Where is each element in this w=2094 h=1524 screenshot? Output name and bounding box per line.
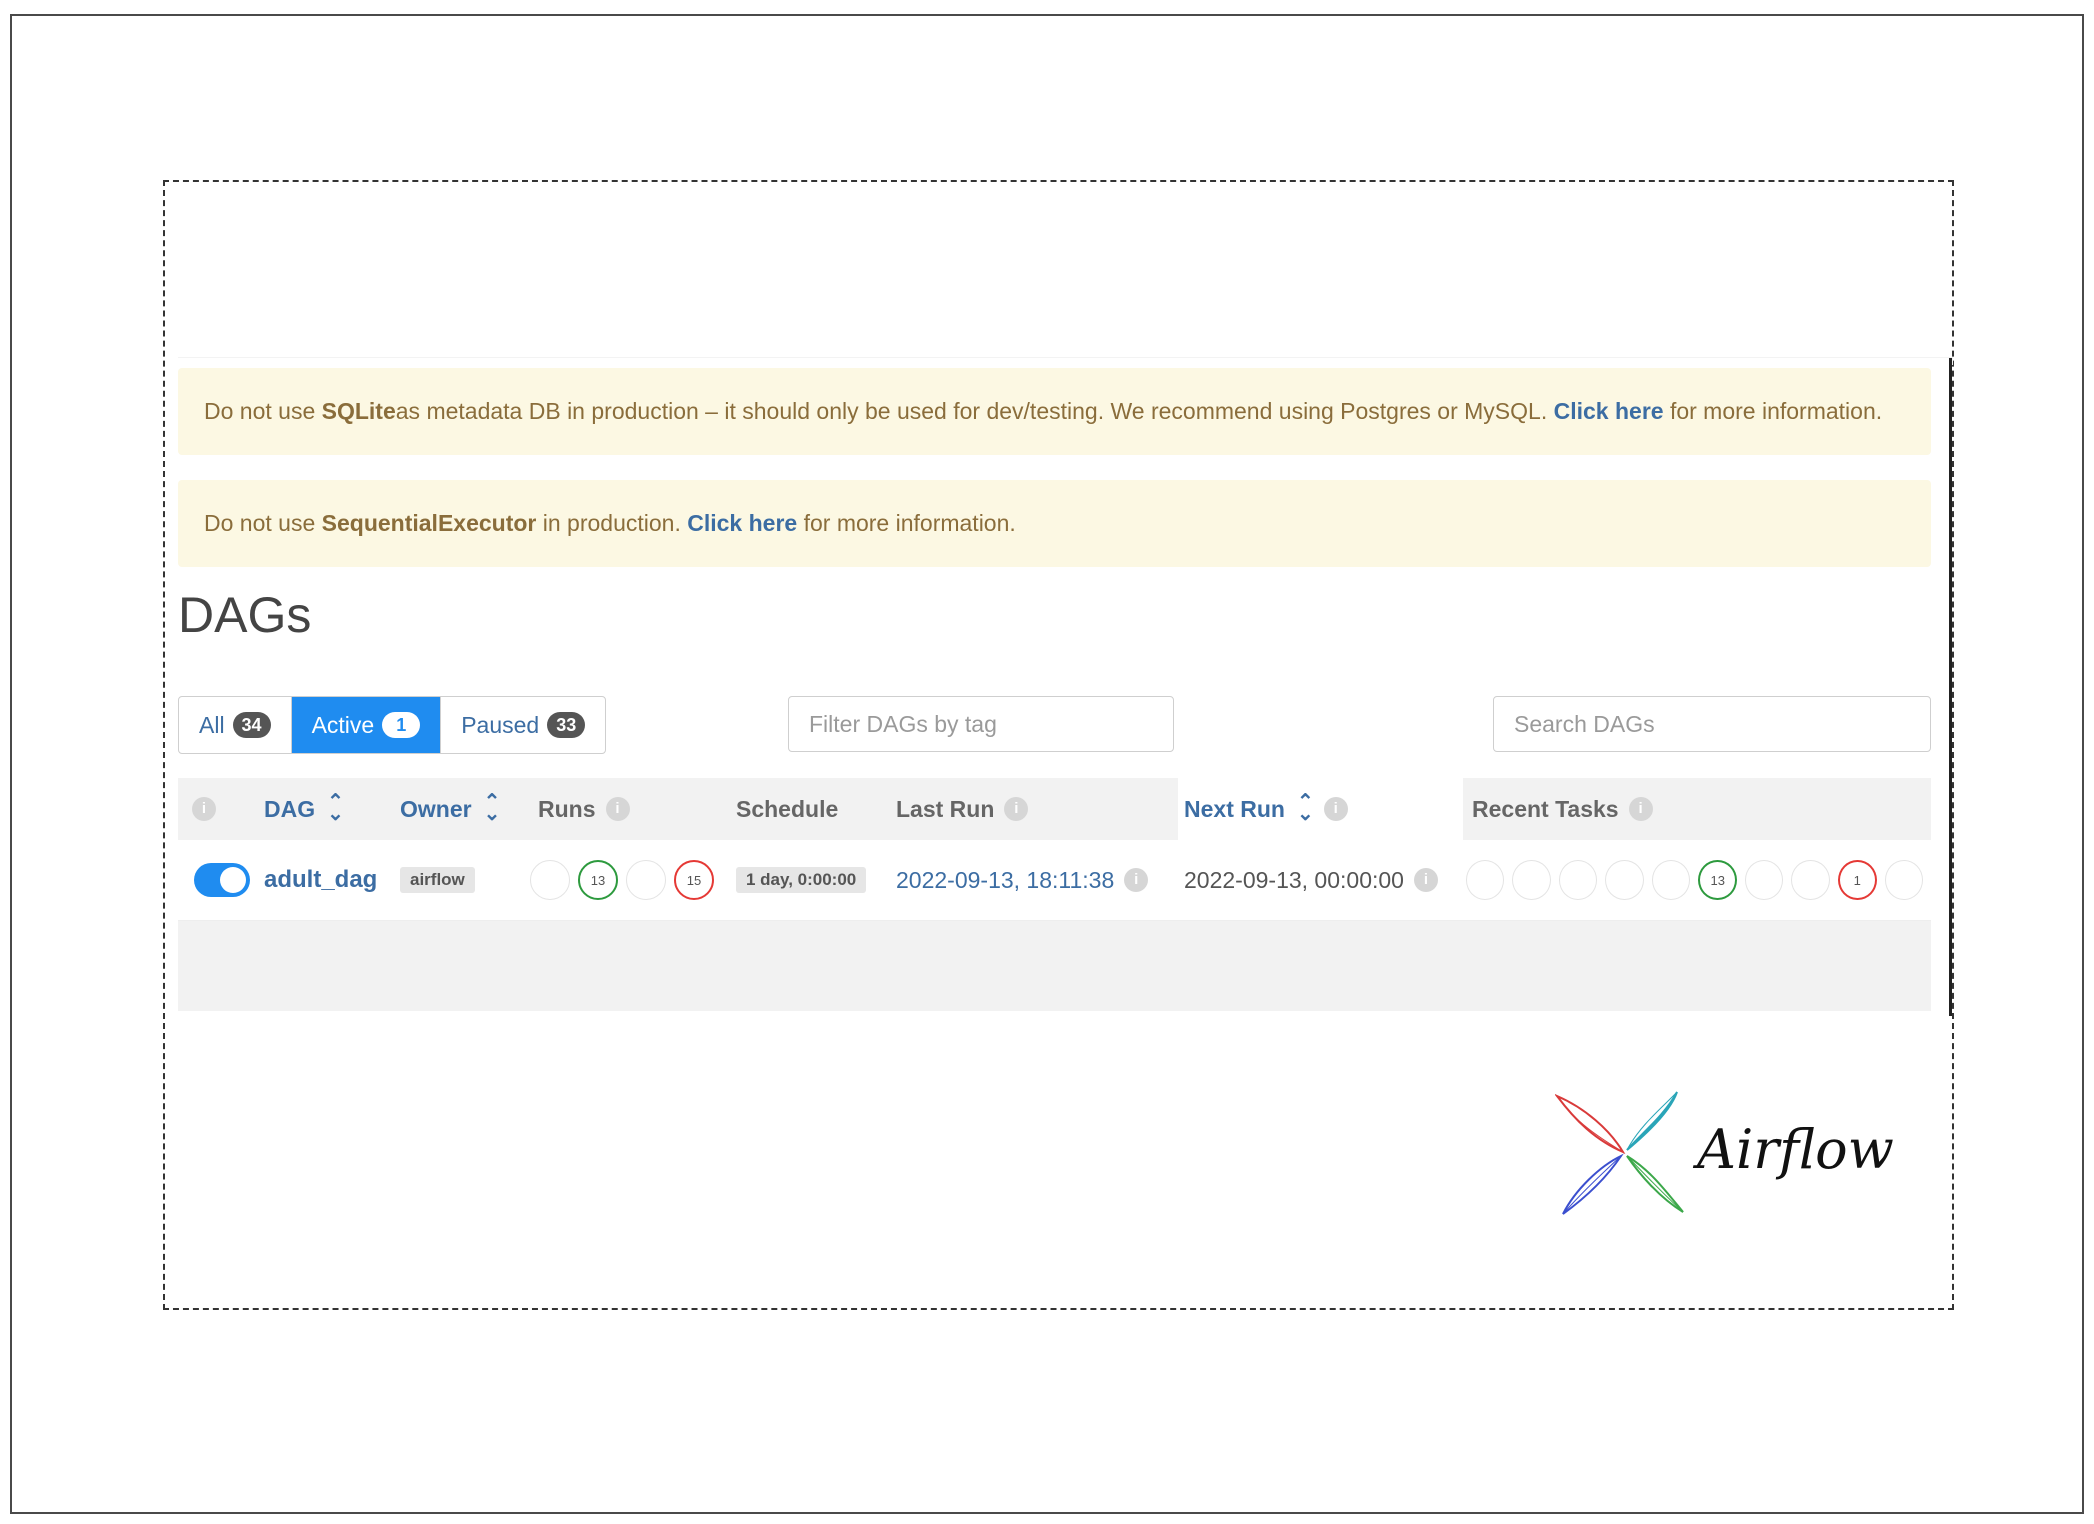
sort-icon: ⌃ ⌄ — [483, 791, 501, 825]
task-state-circle-empty[interactable] — [1651, 860, 1691, 900]
last-run-link[interactable]: 2022-09-13, 18:11:38 — [896, 867, 1114, 894]
run-state-circle-success[interactable]: 13 — [578, 860, 618, 900]
count-badge: 34 — [232, 712, 271, 738]
task-state-circle-empty[interactable] — [1466, 860, 1505, 900]
alert-text: for more information. — [803, 510, 1016, 536]
header-label: Next Run — [1184, 795, 1285, 822]
status-filter-tabs: All 34 Active 1 Paused 33 — [178, 696, 607, 754]
table-row: adult_dag airflow 13 15 1 day, 0:00:00 20… — [178, 840, 1931, 921]
run-state-circle-empty[interactable] — [626, 860, 666, 900]
airflow-pinwheel-logo — [1555, 1091, 1684, 1215]
runs-cell: 13 15 — [530, 840, 722, 920]
tab-label: Paused — [461, 711, 540, 738]
run-state-circle-failed[interactable]: 15 — [674, 860, 714, 900]
info-icon: i — [192, 797, 216, 821]
alert-text: Do not use — [204, 510, 316, 536]
alert-text: Do not use — [204, 398, 316, 424]
table-footer — [178, 921, 1931, 1011]
ui-right-border — [1949, 358, 1952, 1016]
task-state-circle-empty[interactable] — [1791, 860, 1830, 900]
count-badge: 33 — [547, 712, 586, 738]
info-icon[interactable]: i — [1628, 797, 1653, 821]
schedule-tag: 1 day, 0:00:00 — [736, 867, 867, 893]
header-owner[interactable]: Owner ⌃ ⌄ — [400, 778, 500, 840]
task-state-circle-empty[interactable] — [1884, 860, 1923, 900]
tab-all[interactable]: All 34 — [179, 697, 292, 753]
alert-text: for more information. — [1669, 398, 1883, 424]
sqlite-warning-alert: Do not use SQLite as metadata DB in prod… — [178, 368, 1931, 455]
owner-cell: airflow — [400, 840, 475, 920]
owner-tag[interactable]: airflow — [400, 867, 475, 893]
header-info: i — [192, 778, 216, 840]
alert-click-here-link[interactable]: Click here — [687, 510, 797, 537]
info-icon[interactable]: i — [1124, 868, 1149, 892]
alert-text: in production. — [542, 510, 681, 536]
next-run-cell: 2022-09-13, 00:00:00 i — [1184, 840, 1438, 920]
task-state-circle-empty[interactable] — [1512, 860, 1551, 900]
next-run-value: 2022-09-13, 00:00:00 — [1184, 866, 1404, 893]
dag-pause-toggle[interactable] — [194, 863, 250, 897]
header-label: Owner — [400, 795, 472, 822]
count-badge: 1 — [382, 712, 421, 738]
info-icon[interactable]: i — [1413, 868, 1438, 892]
alert-text: as metadata DB in production – it should… — [395, 398, 1548, 424]
tag-filter-input[interactable] — [788, 696, 1174, 752]
dag-id-cell: adult_dag — [264, 840, 377, 920]
tab-label: All — [199, 711, 225, 738]
header-label: Runs — [538, 795, 596, 822]
schedule-cell: 1 day, 0:00:00 — [736, 840, 867, 920]
task-state-circle-failed[interactable]: 1 — [1837, 860, 1877, 900]
header-label: DAG — [264, 795, 316, 822]
sort-icon: ⌃ ⌄ — [1296, 791, 1314, 825]
alert-strong: SequentialExecutor — [321, 510, 537, 536]
header-last-run: Last Run i — [896, 778, 1029, 840]
sort-icon: ⌃ ⌄ — [327, 791, 344, 825]
header-next-run[interactable]: Next Run ⌃ ⌄ i — [1184, 778, 1348, 840]
page-title: DAGs — [178, 587, 312, 643]
run-state-circle-empty[interactable] — [530, 860, 570, 900]
recent-tasks-cell: 13 1 — [1466, 840, 1931, 920]
dag-id-link[interactable]: adult_dag — [264, 866, 377, 894]
alert-click-here-link[interactable]: Click here — [1554, 398, 1664, 425]
executor-warning-alert: Do not use SequentialExecutor in product… — [178, 480, 1931, 567]
airflow-logo-text: Airflow — [1697, 1118, 1894, 1181]
info-icon[interactable]: i — [1323, 797, 1348, 821]
search-dags-input[interactable] — [1493, 696, 1931, 752]
header-label: Schedule — [736, 795, 839, 822]
alert-strong: SQLite — [321, 398, 396, 424]
info-icon[interactable]: i — [1004, 797, 1029, 821]
header-runs: Runs i — [538, 778, 630, 840]
tab-label: Active — [311, 711, 375, 738]
table-header: i DAG ⌃ ⌄ Owner ⌃ ⌄ Runs i Schedule Last R… — [178, 778, 1931, 840]
header-recent-tasks: Recent Tasks i — [1472, 778, 1653, 840]
dags-table: i DAG ⌃ ⌄ Owner ⌃ ⌄ Runs i Schedule Last R… — [178, 778, 1931, 1011]
header-label: Last Run — [896, 795, 995, 822]
tab-paused[interactable]: Paused 33 — [441, 697, 605, 753]
last-run-cell: 2022-09-13, 18:11:38 i — [896, 840, 1149, 920]
header-schedule: Schedule — [736, 778, 838, 840]
task-state-circle-empty[interactable] — [1605, 860, 1644, 900]
header-dag[interactable]: DAG ⌃ ⌄ — [264, 778, 344, 840]
airflow-dags-page: Do not use SQLite as metadata DB in prod… — [178, 358, 1951, 1013]
info-icon[interactable]: i — [605, 797, 630, 821]
task-state-circle-success[interactable]: 13 — [1698, 860, 1737, 900]
header-label: Recent Tasks — [1472, 795, 1619, 822]
pause-toggle-cell — [194, 840, 250, 920]
task-state-circle-empty[interactable] — [1558, 860, 1598, 900]
tab-active[interactable]: Active 1 — [291, 697, 442, 753]
task-state-circle-empty[interactable] — [1744, 860, 1784, 900]
